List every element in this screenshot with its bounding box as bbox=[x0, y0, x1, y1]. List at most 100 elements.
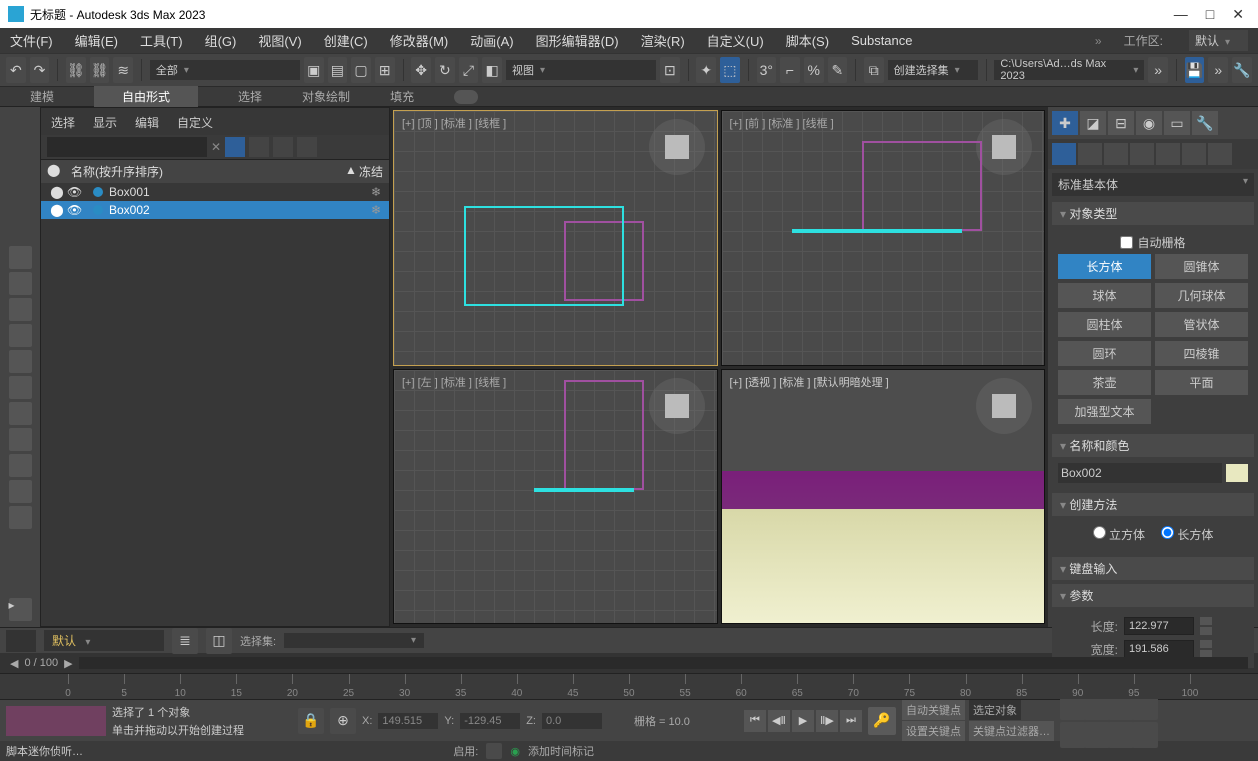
spin-up-icon[interactable] bbox=[1200, 617, 1212, 625]
menu-graph[interactable]: 图形编辑器(D) bbox=[536, 31, 619, 50]
display-xrefs-icon[interactable] bbox=[9, 428, 32, 451]
object-name-input[interactable] bbox=[1058, 463, 1222, 483]
clear-search-icon[interactable]: ✕ bbox=[211, 140, 221, 154]
goto-end-icon[interactable]: ⏭ bbox=[840, 710, 862, 732]
viewcube-icon[interactable] bbox=[976, 378, 1032, 434]
x-coord[interactable]: 149.515 bbox=[378, 713, 438, 729]
ribbon-freeform[interactable]: 自由形式 bbox=[94, 86, 198, 107]
autokey-button[interactable]: 自动关键点 bbox=[902, 700, 965, 720]
selection-filter-dropdown[interactable]: 全部▾ bbox=[150, 60, 300, 80]
primitive-category-dropdown[interactable]: 标准基本体 ▾ bbox=[1052, 173, 1254, 196]
isolate-icon[interactable]: ◫ bbox=[206, 628, 232, 654]
keyfilter-button[interactable]: 关键点过滤器… bbox=[969, 721, 1054, 741]
selection-set-dropdown[interactable]: ▾ bbox=[284, 633, 424, 648]
lights-cat-icon[interactable] bbox=[1104, 143, 1128, 165]
cameras-cat-icon[interactable] bbox=[1130, 143, 1154, 165]
prim-torus[interactable]: 圆环 bbox=[1058, 341, 1151, 366]
angle-snap-button[interactable]: 3° bbox=[757, 57, 777, 83]
hierarchy-tab-icon[interactable]: ⊟ bbox=[1108, 111, 1134, 135]
menu-render[interactable]: 渲染(R) bbox=[641, 31, 685, 50]
menu-substance[interactable]: Substance bbox=[851, 33, 912, 48]
max-toggle-icon[interactable] bbox=[1132, 722, 1158, 748]
viewport-front[interactable]: [+] [前 ] [标准 ] [线框 ] bbox=[721, 110, 1046, 366]
abs-transform-icon[interactable]: ⊕ bbox=[330, 708, 356, 734]
se-tab-edit[interactable]: 编辑 bbox=[135, 114, 159, 131]
menu-view[interactable]: 视图(V) bbox=[258, 31, 301, 50]
display-helpers-icon[interactable] bbox=[9, 350, 32, 373]
prim-plane[interactable]: 平面 bbox=[1155, 370, 1248, 395]
display-containers-icon[interactable] bbox=[9, 480, 32, 503]
ribbon-modeling[interactable]: 建模 bbox=[30, 88, 54, 105]
display-frozen-icon[interactable] bbox=[9, 506, 32, 529]
setkey-button[interactable]: 设置关键点 bbox=[902, 721, 965, 741]
menu-create[interactable]: 创建(C) bbox=[324, 31, 368, 50]
select-object-button[interactable]: ▣ bbox=[304, 57, 324, 83]
prev-frame-icon[interactable]: ◀Ⅱ bbox=[768, 710, 790, 732]
view-col2-icon[interactable] bbox=[297, 137, 317, 157]
play-icon[interactable]: ▶ bbox=[792, 710, 814, 732]
spinner-snap-button[interactable]: % bbox=[804, 57, 824, 83]
next-frame-icon[interactable]: Ⅱ▶ bbox=[816, 710, 838, 732]
freeze-icon[interactable]: ❄ bbox=[369, 185, 383, 199]
eye-icon[interactable]: 👁 bbox=[67, 203, 81, 217]
menu-file[interactable]: 文件(F) bbox=[10, 31, 53, 50]
timeline[interactable]: 0510152025303540455055606570758085909510… bbox=[0, 673, 1258, 699]
project-path[interactable]: C:\Users\Ad…ds Max 2023▾ bbox=[994, 60, 1144, 80]
view-col1-icon[interactable] bbox=[273, 137, 293, 157]
se-tab-display[interactable]: 显示 bbox=[93, 114, 117, 131]
filter-icon[interactable] bbox=[225, 137, 245, 157]
viewcube-icon[interactable] bbox=[649, 378, 705, 434]
prim-cone[interactable]: 圆锥体 bbox=[1155, 254, 1248, 279]
orbit-icon[interactable] bbox=[1108, 722, 1134, 748]
select-by-name-button[interactable]: ▤ bbox=[328, 57, 348, 83]
menu-anim[interactable]: 动画(A) bbox=[470, 31, 513, 50]
spacewarps-cat-icon[interactable] bbox=[1182, 143, 1206, 165]
minimize-button[interactable]: — bbox=[1174, 6, 1188, 23]
layout-icon[interactable] bbox=[6, 630, 36, 652]
menu-group[interactable]: 组(G) bbox=[205, 31, 237, 50]
radio-box[interactable]: 长方体 bbox=[1161, 526, 1213, 543]
bind-spacewarp-button[interactable]: ≋ bbox=[113, 57, 133, 83]
mirror-button[interactable]: ⧉ bbox=[864, 57, 884, 83]
motion-tab-icon[interactable]: ◉ bbox=[1136, 111, 1162, 135]
prim-geosphere[interactable]: 几何球体 bbox=[1155, 283, 1248, 308]
placement-button[interactable]: ◧ bbox=[482, 57, 502, 83]
systems-cat-icon[interactable] bbox=[1208, 143, 1232, 165]
viewcube-icon[interactable] bbox=[976, 119, 1032, 175]
shapes-cat-icon[interactable] bbox=[1078, 143, 1102, 165]
save-button[interactable]: 💾 bbox=[1185, 57, 1205, 83]
customize-button[interactable]: 🔧 bbox=[1232, 57, 1252, 83]
move-button[interactable]: ✥ bbox=[411, 57, 431, 83]
display-bone-icon[interactable] bbox=[9, 454, 32, 477]
toolbar-overflow-icon[interactable]: » bbox=[1148, 57, 1168, 83]
sel-obj-dropdown[interactable]: 选定对象 bbox=[969, 700, 1021, 720]
se-tab-custom[interactable]: 自定义 bbox=[177, 114, 213, 131]
rollout-create-method[interactable]: 创建方法 bbox=[1052, 493, 1254, 516]
create-tab-icon[interactable]: ✚ bbox=[1052, 111, 1078, 135]
lock-icon[interactable] bbox=[249, 137, 269, 157]
list-item[interactable]: ⬤ 👁 Box001 ❄ bbox=[41, 183, 389, 201]
width-spinner[interactable]: 191.586 bbox=[1124, 640, 1194, 658]
ref-coord-dropdown[interactable]: 视图▾ bbox=[506, 60, 656, 80]
se-column-header[interactable]: ⬤ 名称(按升序排序) ▲ 冻结 bbox=[41, 160, 389, 183]
walk-icon[interactable] bbox=[1084, 722, 1110, 748]
rollout-name-color[interactable]: 名称和颜色 bbox=[1052, 434, 1254, 457]
manipulate-button[interactable]: ✦ bbox=[696, 57, 716, 83]
named-selection-dropdown[interactable]: 创建选择集▾ bbox=[888, 60, 978, 80]
prim-textplus[interactable]: 加强型文本 bbox=[1058, 399, 1151, 424]
display-groups-icon[interactable] bbox=[9, 402, 32, 425]
spin-down-icon[interactable] bbox=[1200, 627, 1212, 635]
viewcube-icon[interactable] bbox=[649, 119, 705, 175]
mini-listener-label[interactable]: 脚本迷你侦听… bbox=[6, 743, 83, 759]
ribbon-toggle-icon[interactable] bbox=[454, 90, 478, 104]
qat-overflow-icon[interactable]: » bbox=[1208, 57, 1228, 83]
radio-cube[interactable]: 立方体 bbox=[1093, 526, 1145, 543]
menu-script[interactable]: 脚本(S) bbox=[786, 31, 829, 50]
scale-button[interactable]: ⤢ bbox=[459, 57, 479, 83]
link-button[interactable]: ⛓ bbox=[66, 57, 86, 83]
y-coord[interactable]: -129.45 bbox=[460, 713, 520, 729]
length-spinner[interactable]: 122.977 bbox=[1124, 617, 1194, 635]
se-tab-select[interactable]: 选择 bbox=[51, 114, 75, 131]
ribbon-draw[interactable]: 对象绘制 bbox=[302, 88, 350, 105]
utilities-tab-icon[interactable]: 🔧 bbox=[1192, 111, 1218, 135]
